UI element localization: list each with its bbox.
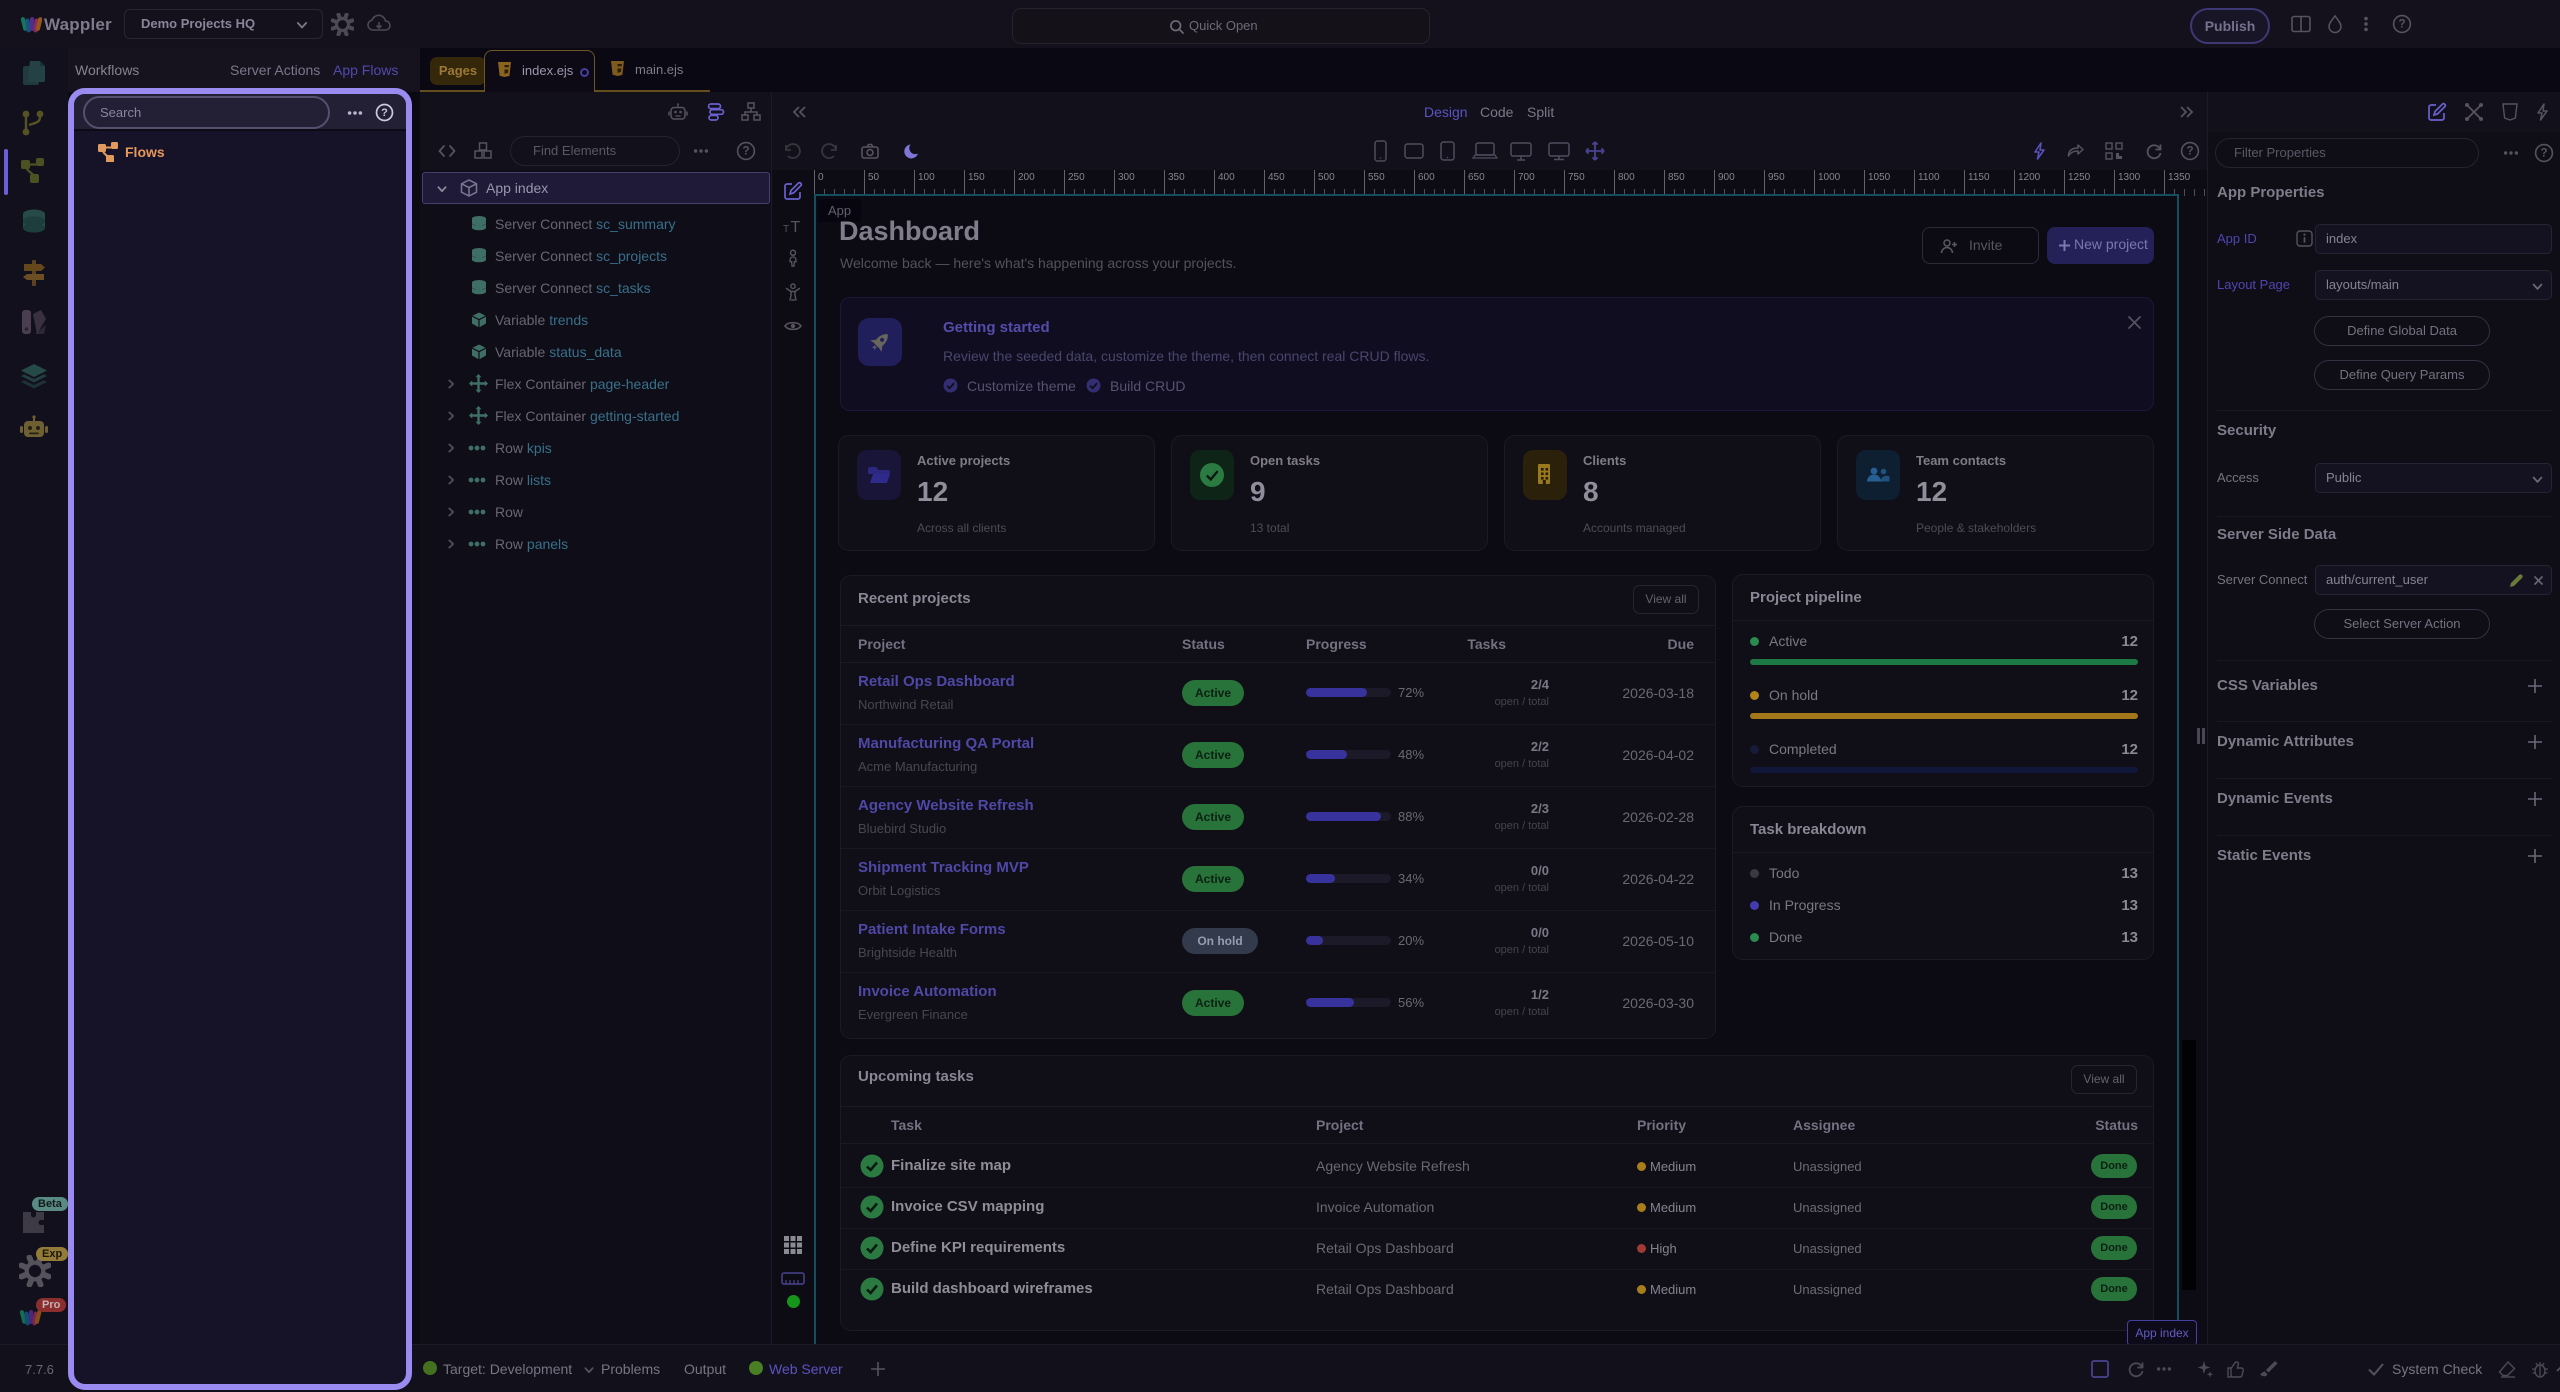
svg-text:?: ? — [742, 145, 749, 158]
svg-text:T: T — [791, 219, 801, 236]
svg-text:?: ? — [2540, 147, 2547, 160]
svg-text:?: ? — [2398, 18, 2405, 31]
svg-text:?: ? — [381, 107, 388, 119]
svg-text:?: ? — [2186, 145, 2193, 158]
svg-text:T: T — [783, 224, 789, 235]
